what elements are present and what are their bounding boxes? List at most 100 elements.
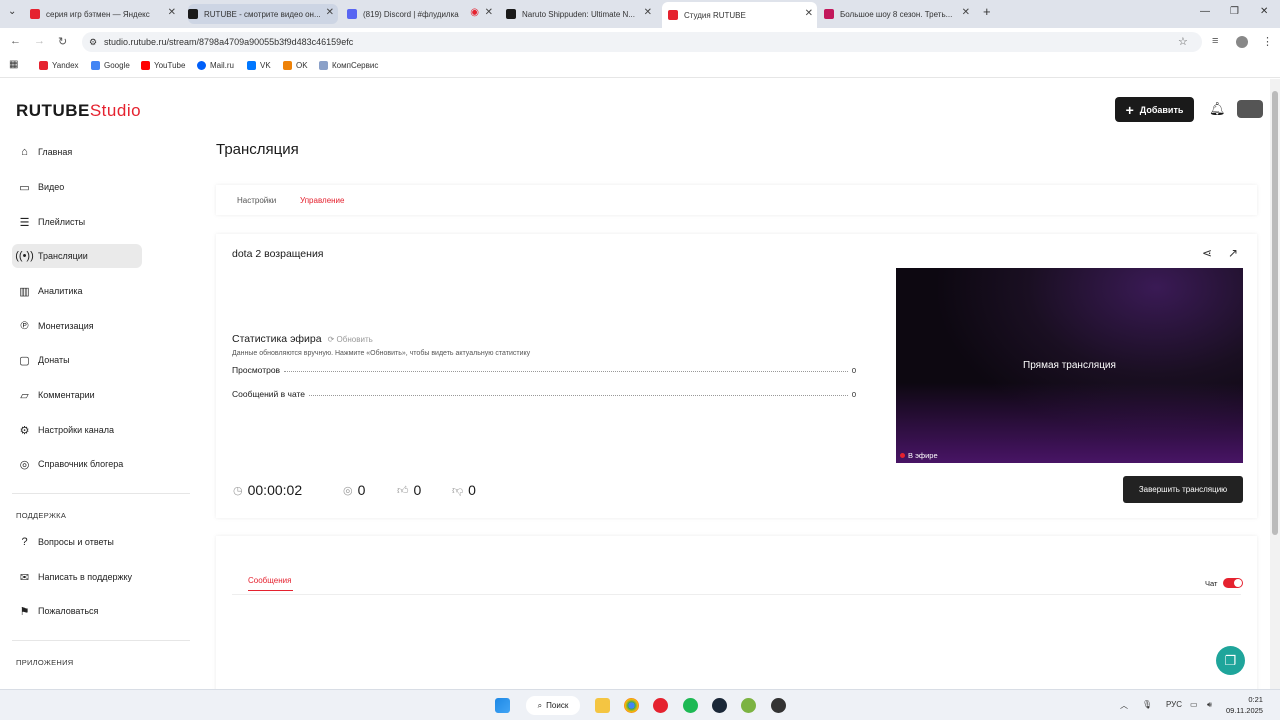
sidebar-item-broadcasts[interactable]: ((•)) Трансляции xyxy=(12,244,142,268)
bookmark-label: OK xyxy=(296,61,308,70)
bookmark-vk[interactable]: VK xyxy=(247,61,271,70)
close-tab-icon[interactable]: ✕ xyxy=(168,7,176,18)
bookmark-yandex[interactable]: Yandex xyxy=(39,61,79,70)
stat-row-messages: Сообщений в чате 0 xyxy=(232,389,856,399)
forward-icon[interactable]: → xyxy=(34,35,45,47)
tab-title: Naruto Shippuden: Ultimate N... xyxy=(522,9,635,19)
close-tab-icon[interactable]: ✕ xyxy=(326,7,334,18)
obs-icon[interactable] xyxy=(771,698,786,713)
sidebar-item-analytics[interactable]: ▥ Аналитика xyxy=(12,279,142,303)
steam-icon[interactable] xyxy=(712,698,727,713)
add-button-label: Добавить xyxy=(1139,104,1184,115)
sidebar-item-donates[interactable]: ▢ Донаты xyxy=(12,348,142,372)
profile-avatar[interactable] xyxy=(1236,36,1248,48)
page-title: Трансляция xyxy=(216,141,299,158)
media-icon[interactable]: ≡ xyxy=(1212,35,1218,47)
bookmarks-bar: ▦ Yandex Google YouTube Mail.ru VK OK Ко… xyxy=(0,56,1280,78)
add-button[interactable]: + Добавить xyxy=(1115,97,1194,122)
settings-icon: ⚙ xyxy=(19,424,30,437)
stream-preview[interactable]: Прямая трансляция В эфире xyxy=(896,268,1243,463)
sidebar-item-comments[interactable]: ▱ Комментарии xyxy=(12,383,142,407)
chat-toggle[interactable]: Чат xyxy=(1205,578,1244,588)
windows-start-icon[interactable] xyxy=(495,698,510,713)
taskbar-search[interactable]: ⌕ Поиск xyxy=(526,696,580,715)
browser-tab-6[interactable]: Большое шоу 8 сезон. Треть... ✕ xyxy=(824,4,974,24)
bookmark-youtube[interactable]: YouTube xyxy=(141,61,185,70)
tab-messages[interactable]: Сообщения xyxy=(248,576,291,585)
sidebar-item-playlists[interactable]: ☰ Плейлисты xyxy=(12,210,142,234)
opera-icon[interactable] xyxy=(653,698,668,713)
sidebar-item-home[interactable]: ⌂ Главная xyxy=(12,140,142,164)
refresh-button[interactable]: ⟳ Обновить xyxy=(328,335,373,344)
open-external-icon[interactable]: ↗ xyxy=(1228,246,1238,260)
stat-row-views: Просмотров 0 xyxy=(232,365,856,375)
bookmark-kompservis[interactable]: КомпСервис xyxy=(319,61,378,70)
browser-tab-4[interactable]: Naruto Shippuden: Ultimate N... ✕ xyxy=(506,4,656,24)
sidebar-item-channel-settings[interactable]: ⚙ Настройки канала xyxy=(12,418,142,442)
tab-title: серия игр бэтмен — Яндекс xyxy=(46,9,150,19)
maximize-icon[interactable]: ❐ xyxy=(1230,6,1239,17)
network-icon[interactable]: ▭ xyxy=(1190,700,1198,709)
file-explorer-icon[interactable] xyxy=(595,698,610,713)
dotted-leader xyxy=(284,371,848,372)
bookmark-star-icon[interactable]: ☆ xyxy=(1178,35,1188,48)
tab-search-icon[interactable]: ⌄ xyxy=(8,6,16,17)
tab-title: RUTUBE - смотрите видео он... xyxy=(204,9,321,19)
sidebar-item-report[interactable]: ⚑ Пожаловаться xyxy=(12,599,142,623)
refresh-label: Обновить xyxy=(336,334,373,344)
clock-icon: ◷ xyxy=(233,484,243,497)
menu-icon[interactable]: ⋮ xyxy=(1262,35,1273,48)
sidebar-item-video[interactable]: ▭ Видео xyxy=(12,175,142,199)
end-stream-button[interactable]: Завершить трансляцию xyxy=(1123,476,1243,503)
sidebar-item-faq[interactable]: ? Вопросы и ответы xyxy=(12,530,142,554)
language-indicator[interactable]: РУС xyxy=(1166,700,1182,709)
bookmark-mailru[interactable]: Mail.ru xyxy=(197,61,234,70)
dislikes-count: 👎︎ 0 xyxy=(452,482,476,498)
close-window-icon[interactable]: ✕ xyxy=(1260,6,1268,17)
tab-manage[interactable]: Управление xyxy=(300,196,344,205)
bookmark-label: Yandex xyxy=(52,61,79,70)
spotify-icon[interactable] xyxy=(683,698,698,713)
site-info-icon[interactable]: ⚙ xyxy=(89,32,97,52)
sidebar-item-write-support[interactable]: ✉ Написать в поддержку xyxy=(12,565,142,589)
sidebar-item-monetization[interactable]: ℗ Монетизация xyxy=(12,314,142,338)
apps-grid-icon[interactable]: ▦ xyxy=(9,59,18,70)
sidebar-item-handbook[interactable]: ◎ Справочник блогера xyxy=(12,452,142,476)
mic-icon[interactable]: 🎙︎ xyxy=(1142,700,1152,709)
new-tab-icon[interactable]: + xyxy=(983,4,991,19)
chrome-icon[interactable] xyxy=(624,698,639,713)
notifications-bell-icon[interactable]: 🔔︎ xyxy=(1209,101,1226,117)
search-icon: ⌕ xyxy=(537,700,543,710)
tab-title: Большое шоу 8 сезон. Треть... xyxy=(840,9,953,19)
scrollbar-thumb[interactable] xyxy=(1272,91,1278,535)
sidebar-item-label: Вопросы и ответы xyxy=(38,537,114,547)
close-tab-icon[interactable]: ✕ xyxy=(805,8,813,19)
page-scrollbar[interactable] xyxy=(1270,79,1280,689)
minimize-icon[interactable]: — xyxy=(1200,6,1210,17)
close-tab-icon[interactable]: ✕ xyxy=(485,7,493,18)
avatar[interactable] xyxy=(1237,100,1263,118)
tray-chevron-icon[interactable]: ︿ xyxy=(1120,700,1128,711)
browser-tab-3[interactable]: (819) Discord | #флудилка ◉ ✕ xyxy=(347,4,497,24)
share-icon[interactable]: ⋖ xyxy=(1202,246,1212,260)
close-tab-icon[interactable]: ✕ xyxy=(962,7,970,18)
toggle-switch[interactable] xyxy=(1223,578,1244,588)
rutube-studio-logo[interactable]: RUTUBEStudio xyxy=(16,101,141,121)
taskbar-clock[interactable]: 0:21 09.11.2025 xyxy=(1226,694,1263,716)
help-chat-button[interactable]: ❐ xyxy=(1216,646,1245,675)
bookmark-ok[interactable]: OK xyxy=(283,61,308,70)
browser-tab-2[interactable]: RUTUBE - смотрите видео он... ✕ xyxy=(188,4,338,24)
back-icon[interactable]: ← xyxy=(10,35,21,47)
mailru-icon xyxy=(197,61,206,70)
app-icon[interactable] xyxy=(741,698,756,713)
tab-underline xyxy=(248,590,293,591)
volume-icon[interactable]: 🔊︎ xyxy=(1207,700,1212,710)
reload-icon[interactable]: ↻ xyxy=(58,35,67,48)
browser-tab-5-active[interactable]: Студия RUTUBE ✕ xyxy=(662,2,817,28)
close-tab-icon[interactable]: ✕ xyxy=(644,7,652,18)
sidebar-item-label: Трансляции xyxy=(38,251,88,261)
bookmark-google[interactable]: Google xyxy=(91,61,130,70)
browser-tab-1[interactable]: серия игр бэтмен — Яндекс ✕ xyxy=(30,4,180,24)
url-field[interactable]: ⚙ studio.rutube.ru/stream/8798a4709a9005… xyxy=(82,32,1202,52)
tab-settings[interactable]: Настройки xyxy=(237,196,276,205)
